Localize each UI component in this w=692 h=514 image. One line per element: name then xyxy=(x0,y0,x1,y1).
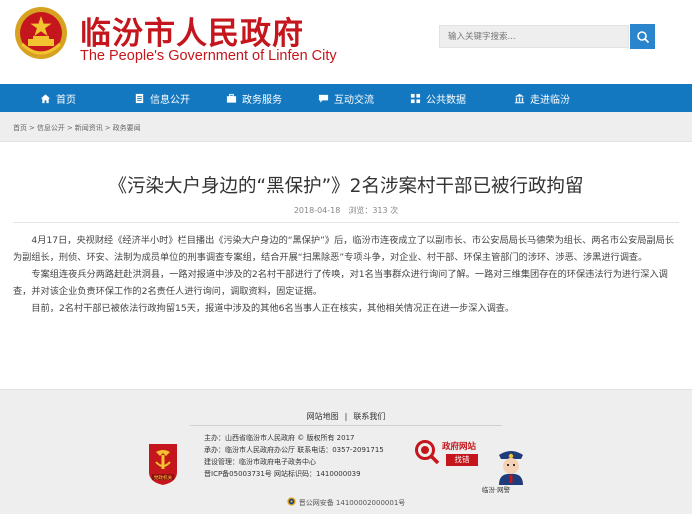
contact-link[interactable]: 联系我们 xyxy=(353,412,385,421)
article-views: 浏览：313 次 xyxy=(348,206,399,215)
footer-icp: 晋ICP备05003731号 网站标识码：1410000039 xyxy=(204,470,361,478)
chat-icon xyxy=(318,94,329,103)
site-header: 临汾市人民政府 The People's Government of Linfe… xyxy=(0,0,692,84)
briefcase-icon xyxy=(226,93,237,103)
nav-item-label: 首页 xyxy=(56,94,76,106)
footer-link-separator: | xyxy=(344,412,348,421)
article-divider xyxy=(13,222,679,223)
breadcrumb-separator: > xyxy=(104,124,111,132)
nav-item-label: 政务服务 xyxy=(242,94,282,106)
website-error-report-label: 政府网站 xyxy=(442,442,477,452)
cyber-police-icon[interactable] xyxy=(491,445,531,485)
footer-management: 建设管理：临汾市政府电子政务中心 xyxy=(204,458,316,466)
national-emblem-icon xyxy=(15,7,67,59)
sitemap-link[interactable]: 网站地图 xyxy=(307,412,339,421)
breadcrumb-separator: > xyxy=(66,124,73,132)
search-input[interactable] xyxy=(439,25,629,48)
search-icon xyxy=(636,30,649,43)
article-paragraph: 4月17日，央视财经《经济半小时》栏目播出《污染大户身边的“黑保护”》后，临汾市… xyxy=(13,235,675,263)
nav-item-label: 信息公开 xyxy=(150,94,190,106)
cyber-police-label: 临汾·网警 xyxy=(482,486,511,494)
footer-info: 主办：山西省临汾市人民政府 © 版权所有 2017 承办：临汾市人民政府办公厅 … xyxy=(204,432,384,480)
footer-divider xyxy=(190,425,502,426)
party-government-badge-icon[interactable]: 党政机关 xyxy=(146,442,180,486)
footer-organizer: 承办：临汾市人民政府办公厅 联系电话：0357-2091715 xyxy=(204,446,384,454)
article-meta: 2018-04-18 浏览：313 次 xyxy=(0,205,692,216)
nav-item-interaction[interactable]: 互动交流 xyxy=(300,84,392,112)
public-security-record-text[interactable]: 晋公网安备 14100002000001号 xyxy=(299,499,406,507)
landmark-icon xyxy=(514,93,525,103)
home-icon xyxy=(40,93,51,103)
footer-host: 主办：山西省临汾市人民政府 © 版权所有 2017 xyxy=(204,434,355,442)
find-error-button: 找错 xyxy=(446,454,478,466)
article-paragraph: 专案组连夜兵分两路赶赴洪洞县，一路对报道中涉及的2名村干部进行了传唤，对1名当事… xyxy=(13,269,668,297)
breadcrumb-news[interactable]: 新闻资讯 xyxy=(75,124,103,132)
site-subtitle: The People's Government of Linfen City xyxy=(80,48,337,64)
nav-item-label: 公共数据 xyxy=(426,94,466,106)
article-paragraph: 目前，2名村干部已被依法行政拘留15天，报道中涉及的其他6名当事人正在核实，其他… xyxy=(31,303,515,314)
article-body: 4月17日，央视财经《经济半小时》栏目播出《污染大户身边的“黑保护”》后，临汾市… xyxy=(13,232,679,317)
article-date: 2018-04-18 xyxy=(293,206,341,215)
nav-item-services[interactable]: 政务服务 xyxy=(208,84,300,112)
breadcrumb-home[interactable]: 首页 xyxy=(13,124,27,132)
data-icon xyxy=(410,93,421,103)
article: 《污染大户身边的“黑保护”》2名涉案村干部已被行政拘留 2018-04-18 浏览… xyxy=(0,141,692,390)
breadcrumb-separator: > xyxy=(29,124,35,132)
search-button[interactable] xyxy=(630,24,655,49)
party-government-badge-label: 党政机关 xyxy=(154,474,173,481)
footer-links: 网站地图 | 联系我们 xyxy=(0,411,692,422)
nav-item-label: 走进临汾 xyxy=(530,94,570,106)
document-icon xyxy=(135,93,144,103)
nav-item-label: 互动交流 xyxy=(334,94,374,106)
nav-item-public-data[interactable]: 公共数据 xyxy=(392,84,484,112)
site-title: 临汾市人民政府 xyxy=(80,16,304,52)
public-security-record: 晋公网安备 14100002000001号 xyxy=(0,497,692,508)
magnifier-badge-icon xyxy=(415,440,440,465)
police-badge-icon xyxy=(287,497,296,506)
breadcrumb: 首页 > 信息公开 > 新闻资讯 > 政务要闻 xyxy=(13,123,141,133)
nav-item-info[interactable]: 信息公开 xyxy=(116,84,208,112)
website-error-report-link[interactable]: 政府网站 找错 xyxy=(412,436,484,470)
nav-item-home[interactable]: 首页 xyxy=(0,84,116,112)
main-nav: 首页 信息公开 政务服务 互动交流 公共数据 走进临汾 xyxy=(0,84,692,112)
breadcrumb-current[interactable]: 政务要闻 xyxy=(113,124,141,132)
breadcrumb-info[interactable]: 信息公开 xyxy=(37,124,65,132)
article-title: 《污染大户身边的“黑保护”》2名涉案村干部已被行政拘留 xyxy=(108,176,584,197)
nav-item-about-linfen[interactable]: 走进临汾 xyxy=(484,84,600,112)
